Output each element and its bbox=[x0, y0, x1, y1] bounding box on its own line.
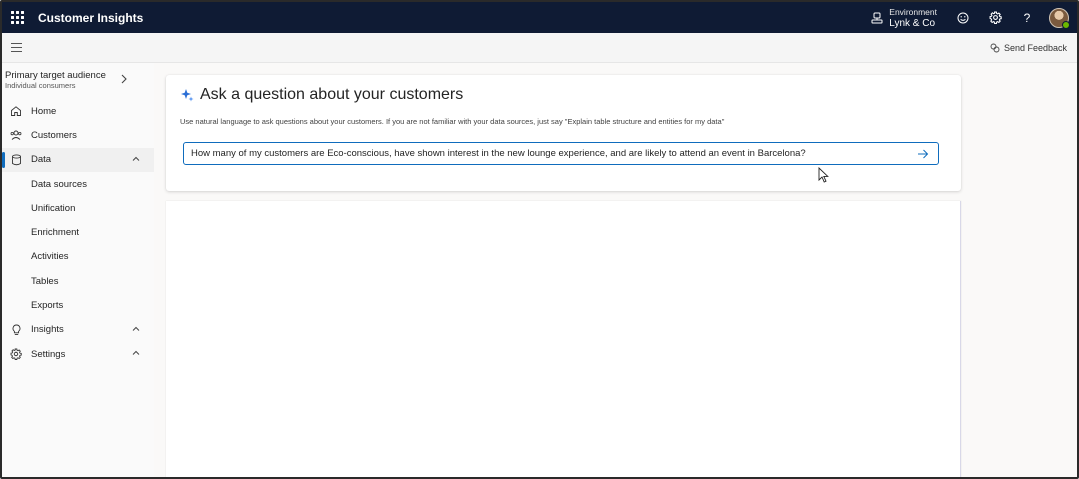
environment-value: Lynk & Co bbox=[889, 17, 936, 29]
database-icon bbox=[11, 154, 21, 165]
sidebar-item-data-sources[interactable]: Data sources bbox=[2, 172, 154, 196]
app-launcher-button[interactable] bbox=[4, 2, 30, 33]
customers-icon bbox=[10, 130, 22, 141]
hamburger-icon bbox=[10, 43, 22, 44]
sidebar-item-label: Exports bbox=[31, 300, 64, 312]
help-button[interactable]: ? bbox=[1011, 2, 1043, 33]
audience-title: Primary target audience bbox=[5, 70, 106, 81]
environment-label: Environment bbox=[889, 6, 937, 17]
sparkle-icon bbox=[181, 89, 194, 102]
feedback-smiley-button[interactable] bbox=[947, 2, 979, 33]
settings-button[interactable] bbox=[979, 2, 1011, 33]
smiley-icon bbox=[957, 12, 969, 23]
gear-icon bbox=[10, 348, 22, 361]
chevron-right-icon bbox=[121, 74, 127, 84]
environment-picker[interactable]: Environment Lynk & Co bbox=[871, 7, 937, 29]
environment-icon bbox=[871, 12, 883, 23]
gear-icon bbox=[989, 11, 1002, 24]
chevron-up-icon bbox=[132, 326, 140, 331]
send-feedback-button[interactable]: Send Feedback bbox=[990, 43, 1067, 53]
sidebar-item-label: Home bbox=[31, 105, 57, 117]
sidebar-item-customers[interactable]: Customers bbox=[2, 123, 154, 147]
sidebar-item-unification[interactable]: Unification bbox=[2, 196, 154, 220]
app-title[interactable]: Customer Insights bbox=[38, 11, 143, 25]
results-panel bbox=[166, 201, 961, 479]
ask-question-card: Ask a question about your customers Use … bbox=[166, 75, 961, 191]
sidebar-item-data[interactable]: Data bbox=[2, 147, 154, 172]
user-avatar[interactable] bbox=[1049, 7, 1070, 29]
help-icon: ? bbox=[1023, 10, 1031, 25]
app-header: Customer Insights Environment Lynk & Co bbox=[2, 2, 1077, 33]
card-description: Use natural language to ask questions ab… bbox=[180, 117, 725, 126]
sidebar-item-label: Settings bbox=[31, 348, 66, 360]
left-navigation: Primary target audience Individual consu… bbox=[2, 63, 154, 477]
sidebar-item-activities[interactable]: Activities bbox=[2, 245, 154, 269]
chevron-up-icon bbox=[132, 156, 140, 161]
sidebar-item-label: Unification bbox=[31, 202, 76, 214]
panel-divider bbox=[960, 201, 961, 479]
waffle-icon bbox=[10, 11, 24, 24]
submit-question-button[interactable] bbox=[917, 149, 929, 159]
command-bar: Send Feedback bbox=[2, 33, 1077, 63]
presence-available-icon bbox=[1062, 20, 1070, 29]
card-title: Ask a question about your customers bbox=[200, 86, 464, 103]
chevron-up-icon bbox=[132, 350, 140, 355]
home-icon bbox=[11, 106, 21, 117]
audience-switcher[interactable]: Primary target audience Individual consu… bbox=[2, 63, 154, 99]
sidebar-item-exports[interactable]: Exports bbox=[2, 293, 154, 317]
mouse-pointer-icon bbox=[818, 167, 829, 183]
sidebar-item-label: Enrichment bbox=[31, 227, 80, 239]
sidebar-item-label: Data sources bbox=[31, 178, 87, 190]
sidebar-item-label: Tables bbox=[31, 275, 59, 287]
sidebar-item-label: Insights bbox=[31, 324, 64, 336]
send-feedback-label: Send Feedback bbox=[1003, 42, 1067, 53]
sidebar-item-label: Data bbox=[31, 154, 52, 166]
question-input[interactable]: How many of my customers are Eco-conscio… bbox=[183, 142, 939, 165]
sidebar-item-label: Customers bbox=[31, 129, 77, 141]
sidebar-item-settings[interactable]: Settings bbox=[2, 342, 154, 366]
nav-toggle-button[interactable] bbox=[3, 33, 29, 63]
arrow-right-icon bbox=[918, 149, 929, 158]
sidebar-item-insights[interactable]: Insights bbox=[2, 318, 154, 342]
lightbulb-icon bbox=[12, 324, 20, 335]
audience-subtitle: Individual consumers bbox=[5, 81, 76, 90]
sidebar-item-home[interactable]: Home bbox=[2, 99, 154, 123]
question-text: How many of my customers are Eco-conscio… bbox=[191, 148, 806, 159]
sidebar-item-enrichment[interactable]: Enrichment bbox=[2, 220, 154, 244]
sidebar-item-label: Activities bbox=[31, 251, 69, 263]
main-content: Ask a question about your customers Use … bbox=[154, 63, 1077, 479]
sidebar-item-tables[interactable]: Tables bbox=[2, 269, 154, 293]
feedback-icon bbox=[990, 43, 1000, 52]
